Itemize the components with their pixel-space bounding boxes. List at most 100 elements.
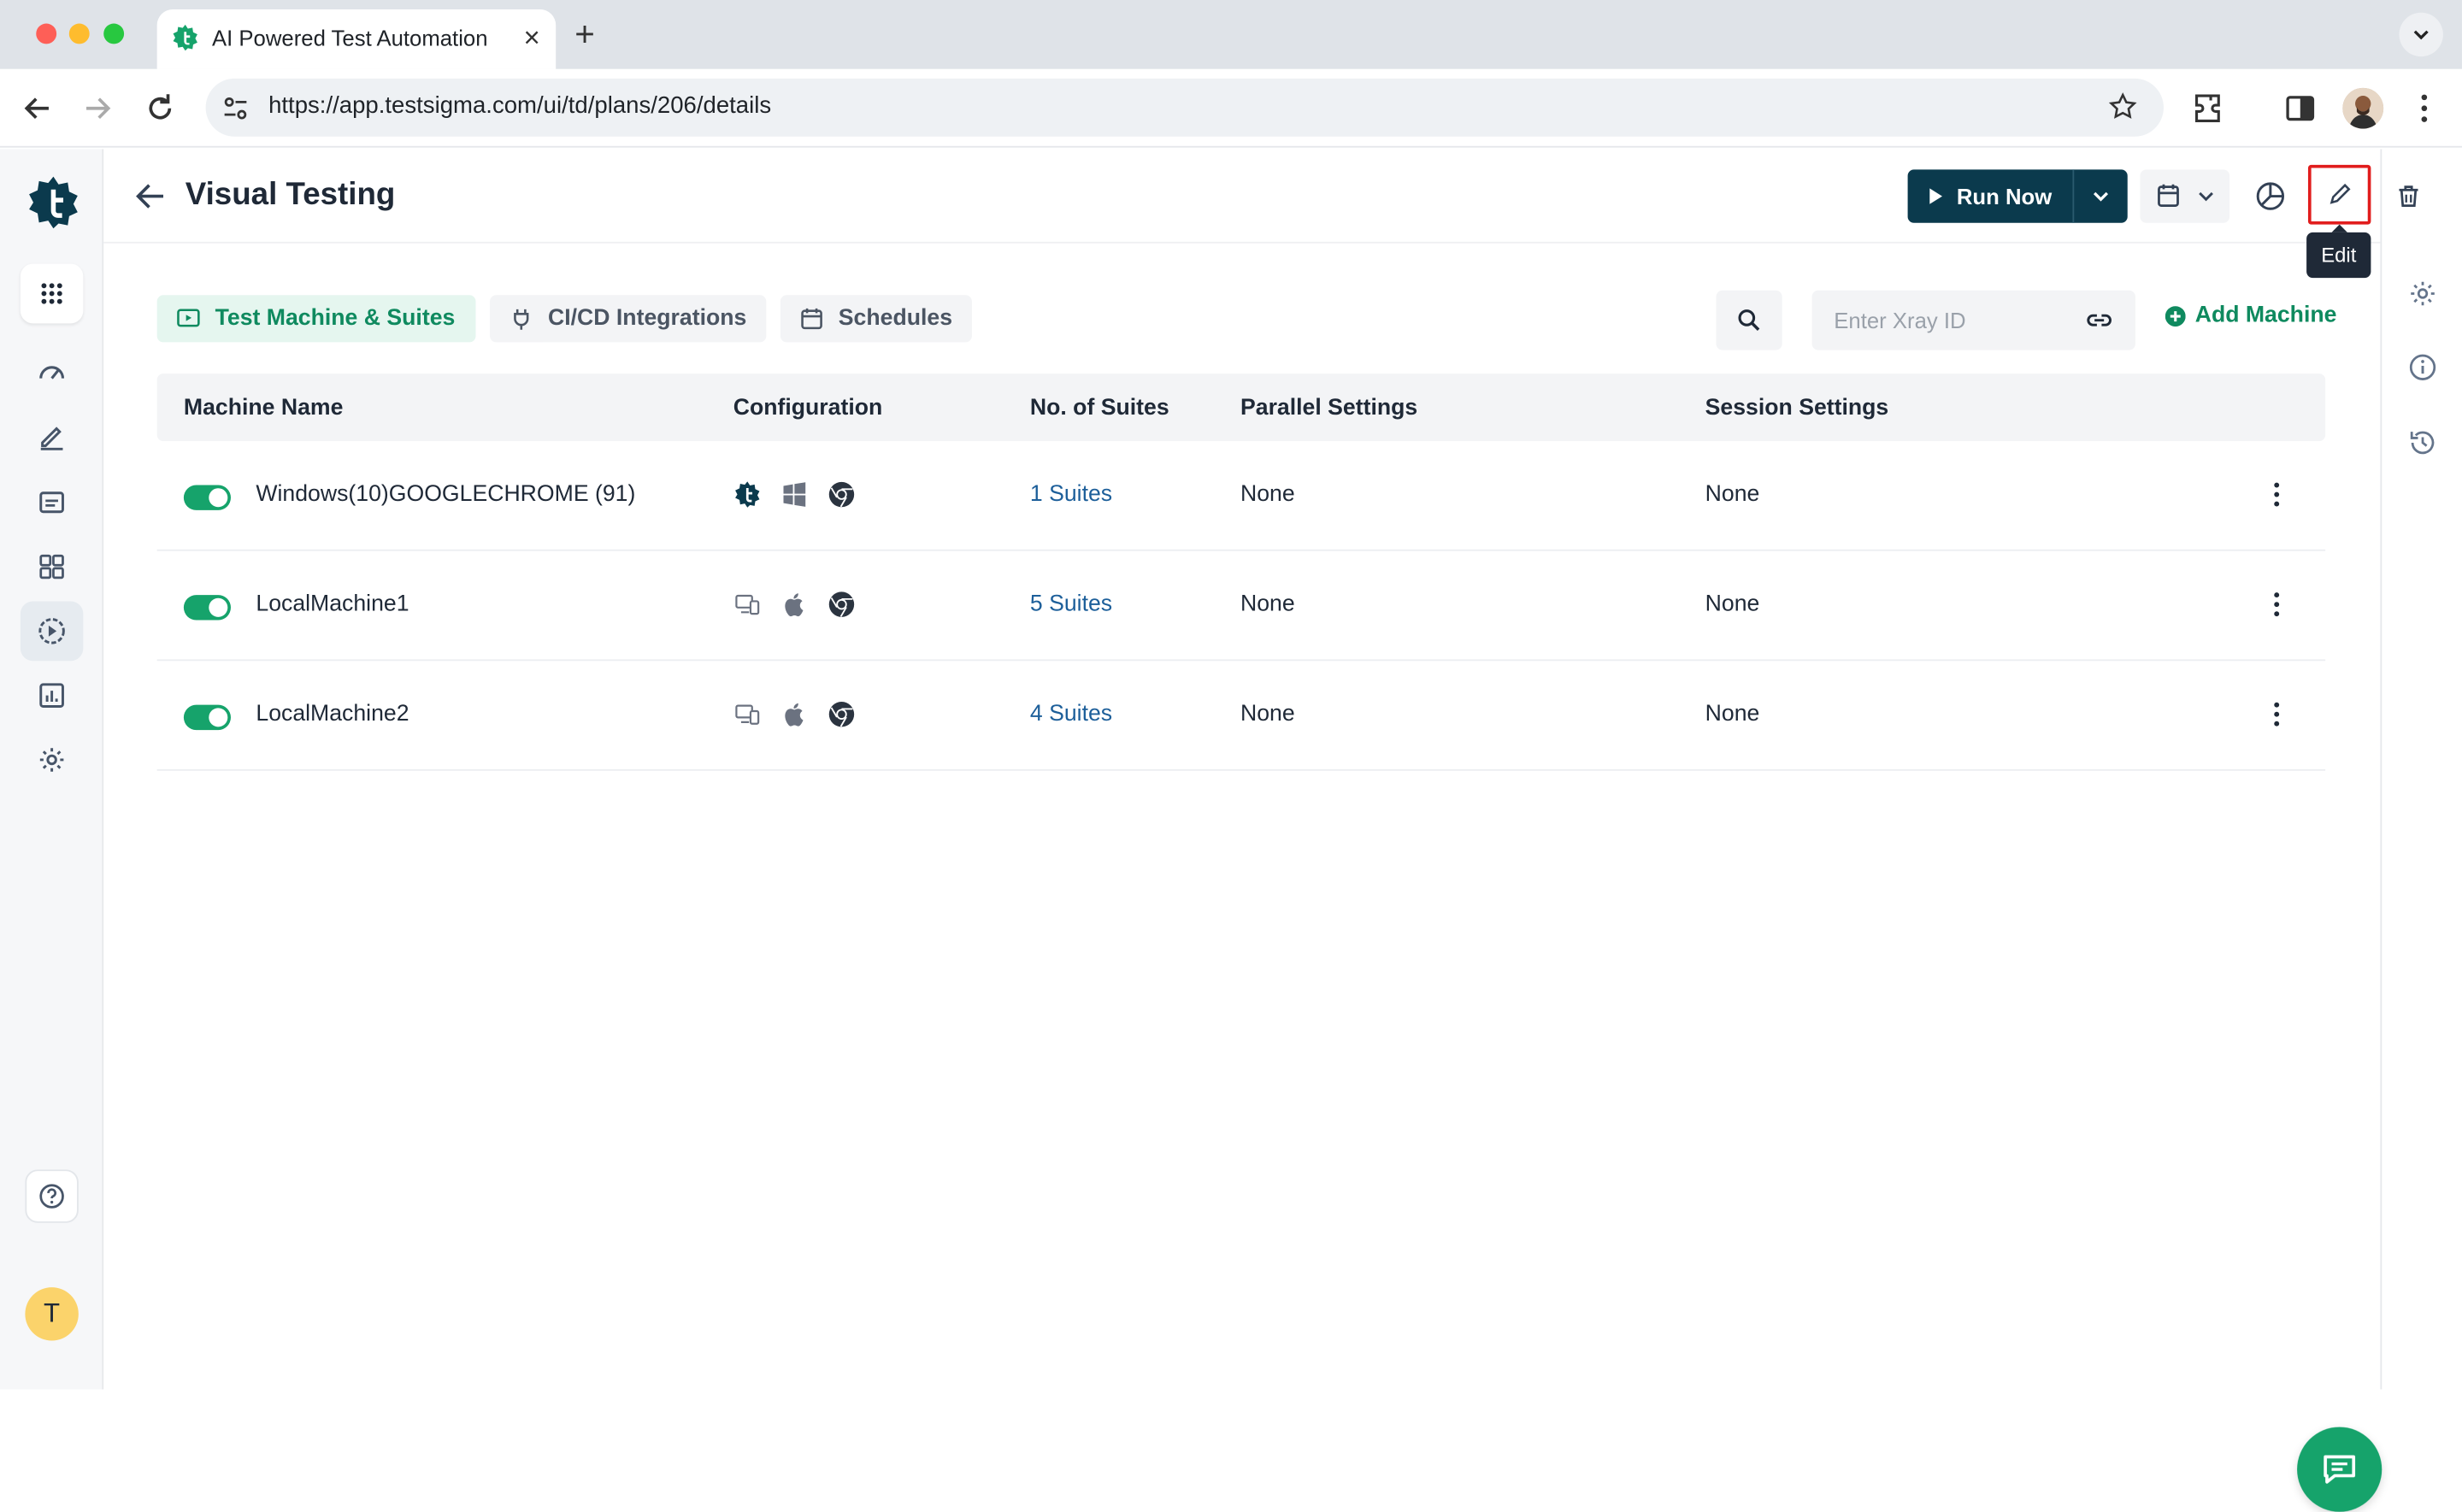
new-tab-button[interactable]: + bbox=[574, 15, 595, 56]
back-arrow-icon[interactable] bbox=[19, 90, 56, 127]
page-title: Visual Testing bbox=[185, 177, 396, 212]
run-now-dropdown-button[interactable] bbox=[2072, 169, 2127, 223]
main-content: Visual Testing Run Now Edit Test Machine… bbox=[103, 149, 2381, 1390]
extensions-icon[interactable] bbox=[2190, 90, 2228, 127]
chat-support-button[interactable] bbox=[2297, 1427, 2382, 1512]
close-window-button[interactable] bbox=[36, 23, 57, 44]
address-bar[interactable]: https://app.testsigma.com/ui/td/plans/20… bbox=[205, 78, 2164, 137]
forward-arrow-icon[interactable] bbox=[79, 90, 116, 127]
sidebar-item-settings[interactable] bbox=[21, 730, 83, 790]
apps-grid-button[interactable] bbox=[20, 263, 84, 324]
apple-icon bbox=[780, 591, 809, 619]
tab-list-button[interactable] bbox=[2399, 12, 2443, 57]
bar-chart-icon bbox=[39, 683, 64, 708]
play-icon bbox=[1929, 188, 1943, 204]
sidebar-item-elements[interactable] bbox=[21, 537, 83, 597]
sidebar-item-test-plans[interactable] bbox=[20, 601, 84, 662]
play-circle-icon bbox=[38, 618, 65, 644]
parallel-settings: None bbox=[1240, 591, 1295, 617]
suites-link[interactable]: 4 Suites bbox=[1030, 702, 1112, 727]
pencil-icon bbox=[2329, 183, 2351, 204]
column-header: Machine Name bbox=[183, 395, 344, 421]
pie-chart-icon bbox=[2256, 182, 2285, 210]
column-header: Session Settings bbox=[1705, 395, 1889, 421]
testsigma-icon bbox=[733, 480, 762, 509]
suites-link[interactable]: 1 Suites bbox=[1030, 482, 1112, 507]
search-icon bbox=[1738, 309, 1760, 331]
minimize-window-button[interactable] bbox=[68, 23, 90, 44]
bookmark-star-icon[interactable] bbox=[2107, 91, 2139, 123]
back-arrow-icon[interactable] bbox=[132, 178, 169, 215]
tab-schedules[interactable]: Schedules bbox=[780, 295, 972, 343]
kebab-menu-icon bbox=[2274, 702, 2280, 727]
local-machine-icon bbox=[733, 591, 762, 619]
column-header: Configuration bbox=[733, 395, 883, 421]
row-more-options-button[interactable] bbox=[2261, 585, 2293, 623]
calendar-icon bbox=[801, 308, 822, 330]
row-more-options-button[interactable] bbox=[2261, 696, 2293, 733]
testsigma-logo-icon[interactable] bbox=[25, 174, 81, 231]
sidebar-item-dashboard[interactable] bbox=[21, 342, 83, 402]
apple-icon bbox=[780, 700, 809, 728]
trash-icon[interactable] bbox=[2393, 180, 2424, 212]
analytics-button[interactable] bbox=[2241, 169, 2299, 223]
gear-icon bbox=[39, 748, 64, 772]
maximize-window-button[interactable] bbox=[103, 23, 125, 44]
machine-name: LocalMachine1 bbox=[256, 591, 409, 617]
row-more-options-button[interactable] bbox=[2261, 476, 2293, 514]
screen-play-icon bbox=[177, 309, 200, 327]
search-button[interactable] bbox=[1716, 290, 1782, 350]
browser-menu-icon[interactable] bbox=[2406, 90, 2443, 127]
xray-id-field bbox=[1811, 290, 2135, 350]
browser-tab[interactable]: AI Powered Test Automation P × bbox=[156, 9, 557, 69]
parallel-settings: None bbox=[1240, 481, 1295, 508]
chrome-icon bbox=[828, 591, 856, 619]
tab-cicd-integrations[interactable]: CI/CD Integrations bbox=[490, 295, 767, 343]
close-tab-icon[interactable]: × bbox=[524, 22, 540, 54]
machine-enabled-toggle[interactable] bbox=[183, 704, 231, 731]
profile-avatar[interactable] bbox=[2342, 87, 2384, 129]
machine-enabled-toggle[interactable] bbox=[183, 595, 231, 621]
edit-button[interactable] bbox=[2307, 164, 2371, 225]
tab-label: CI/CD Integrations bbox=[548, 306, 747, 332]
app-container: T Visual Testing Run Now Edit Test Machi… bbox=[0, 149, 2462, 1512]
help-button[interactable] bbox=[25, 1169, 79, 1223]
right-sidebar bbox=[2380, 149, 2462, 1390]
sidebar-item-reports[interactable] bbox=[21, 666, 83, 726]
suites-link[interactable]: 5 Suites bbox=[1030, 591, 1112, 616]
tab-test-machine-suites[interactable]: Test Machine & Suites bbox=[156, 295, 476, 343]
configuration-icons bbox=[733, 700, 856, 728]
schedule-dropdown-button[interactable] bbox=[2140, 169, 2230, 223]
link-icon[interactable] bbox=[2085, 306, 2113, 334]
user-avatar[interactable]: T bbox=[25, 1287, 79, 1341]
table-row: Windows(10)GOOGLECHROME (91) 1 Suites No… bbox=[156, 441, 2326, 551]
gear-icon[interactable] bbox=[2407, 278, 2439, 309]
question-circle-icon bbox=[39, 1184, 64, 1209]
tab-label: Test Machine & Suites bbox=[215, 306, 456, 332]
add-machine-button[interactable]: Add Machine bbox=[2165, 303, 2337, 328]
column-header: Parallel Settings bbox=[1240, 395, 1418, 421]
table-row: LocalMachine1 5 Suites None None bbox=[156, 551, 2326, 662]
kebab-menu-icon bbox=[2274, 482, 2280, 507]
site-settings-icon[interactable] bbox=[221, 94, 250, 122]
chrome-icon bbox=[828, 700, 856, 728]
sidebar-item-test-cases[interactable] bbox=[21, 407, 83, 467]
history-icon[interactable] bbox=[2407, 427, 2439, 459]
url-text: https://app.testsigma.com/ui/td/plans/20… bbox=[268, 92, 772, 120]
components-icon bbox=[39, 554, 64, 580]
plus-circle-icon bbox=[2165, 305, 2186, 327]
grid-dots-icon bbox=[41, 283, 62, 304]
machine-name: Windows(10)GOOGLECHROME (91) bbox=[256, 481, 636, 508]
machine-enabled-toggle[interactable] bbox=[183, 485, 231, 510]
side-panel-icon[interactable] bbox=[2282, 90, 2319, 127]
xray-id-input[interactable] bbox=[1811, 290, 2079, 350]
browser-tab-title: AI Powered Test Automation P bbox=[211, 25, 495, 50]
add-machine-label: Add Machine bbox=[2194, 303, 2337, 328]
info-icon[interactable] bbox=[2407, 351, 2439, 383]
sidebar-item-test-data[interactable] bbox=[21, 473, 83, 532]
table-row: LocalMachine2 4 Suites None None bbox=[156, 661, 2326, 771]
chrome-icon bbox=[828, 480, 856, 509]
parallel-settings: None bbox=[1240, 702, 1295, 727]
run-now-button[interactable]: Run Now bbox=[1908, 169, 2073, 222]
reload-icon[interactable] bbox=[141, 90, 179, 127]
